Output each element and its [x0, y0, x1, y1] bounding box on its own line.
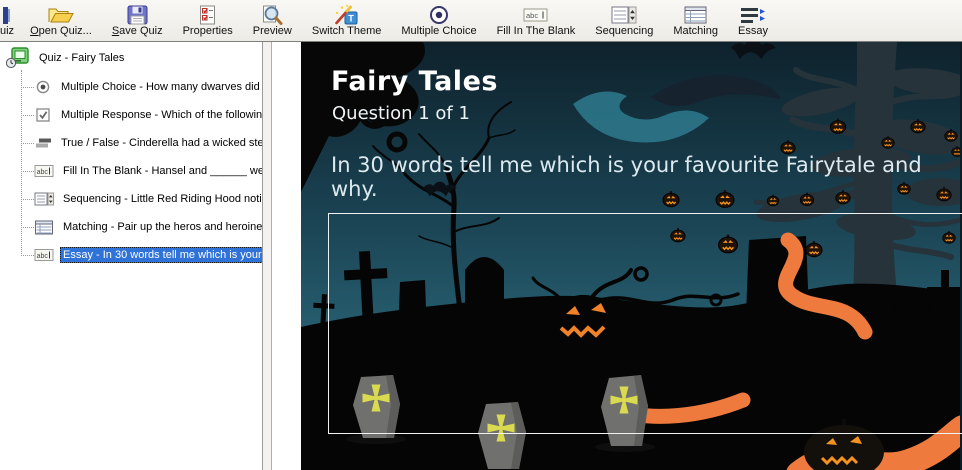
open-folder-icon — [47, 4, 74, 25]
toolbar-label: Switch Theme — [312, 25, 382, 38]
theme-wand-icon: T — [334, 4, 359, 25]
toolbar-label: Properties — [183, 25, 233, 38]
tree-connector — [21, 171, 34, 172]
svg-text:abc: abc — [37, 253, 49, 260]
toolbar-button-sequencing[interactable]: Sequencing — [585, 0, 663, 41]
sequencing-icon — [34, 192, 54, 206]
text-field-icon: abc — [34, 164, 54, 178]
tree-item-multiple-response[interactable]: Multiple Response - Which of the followi… — [34, 105, 263, 125]
toolbar-label: Preview — [253, 25, 292, 38]
true-false-icon — [34, 136, 52, 150]
tree-root-label: Quiz - Fairy Tales — [36, 50, 127, 66]
checkbox-icon — [34, 108, 52, 122]
tree-item-label: Sequencing - Little Red Riding Hood noti… — [60, 191, 263, 207]
panel-splitter[interactable] — [263, 42, 272, 470]
toolbar-label: Save Quiz — [112, 25, 163, 38]
toolbar-label: Multiple Choice — [401, 25, 476, 38]
toolbar-label: Open Quiz... — [30, 25, 92, 38]
toolbar-label: Sequencing — [595, 25, 653, 38]
radio-icon — [34, 80, 52, 94]
tree-item-label: Multiple Choice - How many dwarves did S… — [58, 79, 263, 95]
tree-item-essay[interactable]: abc Essay - In 30 words tell me which is… — [34, 245, 263, 265]
toolbar-label: Fill In The Blank — [497, 25, 576, 38]
save-floppy-icon — [127, 4, 148, 25]
toolbar: uiz Open Quiz... — [0, 0, 962, 42]
tree-connector — [21, 143, 34, 144]
app-window: uiz Open Quiz... — [0, 0, 962, 470]
tree-item-fill-in-the-blank[interactable]: abc Fill In The Blank - Hansel and _____… — [34, 161, 263, 181]
tree-connector — [21, 255, 34, 256]
toolbar-label: Essay — [738, 25, 768, 38]
toolbar-button-save-quiz[interactable]: Save Quiz — [102, 0, 173, 41]
toolbar-button-matching[interactable]: Matching — [663, 0, 728, 41]
main-area: Quiz - Fairy Tales Multiple Choice - How… — [0, 42, 962, 470]
toolbar-label: Matching — [673, 25, 718, 38]
tree-item-matching[interactable]: Matching - Pair up the heros and heroine… — [34, 217, 263, 237]
tree-item-label: Multiple Response - Which of the followi… — [58, 107, 263, 123]
preview-magnifier-icon — [261, 4, 283, 25]
toolbar-button-fill-in-the-blank[interactable]: abc Fill In The Blank — [487, 0, 586, 41]
radio-icon — [429, 4, 449, 25]
tree-item-true-false[interactable]: True / False - Cinderella had a wicked s… — [34, 133, 263, 153]
properties-checklist-icon — [199, 4, 216, 25]
tree-connector — [21, 115, 34, 116]
tree-connector — [21, 227, 34, 228]
question-text: In 30 words tell me which is your favour… — [331, 153, 962, 201]
tree-connector — [21, 199, 34, 200]
toolbar-button-multiple-choice[interactable]: Multiple Choice — [391, 0, 486, 41]
sequencing-icon — [611, 4, 637, 25]
toolbar-button-open-quiz[interactable]: Open Quiz... — [20, 0, 102, 41]
svg-text:abc: abc — [37, 169, 49, 176]
panel-gutter — [272, 42, 301, 470]
tree-item-label: Essay - In 30 words tell me which is you… — [60, 247, 263, 263]
quiz-preview-pane: Fairy Tales Question 1 of 1 In 30 words … — [301, 42, 962, 470]
toolbar-button-new-quiz[interactable]: uiz — [0, 0, 20, 41]
tree-root-quiz[interactable]: Quiz - Fairy Tales — [6, 48, 127, 68]
tree-item-label: Matching - Pair up the heros and heroine… — [60, 219, 263, 235]
toolbar-button-essay[interactable]: Essay — [728, 0, 778, 41]
toolbar-button-preview[interactable]: Preview — [243, 0, 302, 41]
essay-icon — [740, 4, 766, 25]
quiz-icon — [6, 47, 30, 69]
new-quiz-icon — [3, 4, 11, 25]
essay-answer-area[interactable] — [328, 213, 962, 434]
toolbar-button-switch-theme[interactable]: T Switch Theme — [302, 0, 392, 41]
text-field-icon: abc — [34, 248, 54, 262]
svg-text:abc: abc — [526, 11, 538, 20]
toolbar-label: uiz — [0, 25, 14, 38]
matching-icon — [684, 4, 707, 25]
text-field-icon: abc — [523, 4, 548, 25]
tree-item-label: Fill In The Blank - Hansel and ______ we… — [60, 163, 263, 179]
tree-connector-line — [21, 70, 22, 256]
quiz-title: Fairy Tales — [331, 66, 498, 97]
tree-item-label: True / False - Cinderella had a wicked s… — [58, 135, 263, 151]
tree-connector — [21, 87, 34, 88]
svg-text:T: T — [348, 14, 354, 24]
question-tree-panel: Quiz - Fairy Tales Multiple Choice - How… — [0, 42, 263, 470]
tree-item-sequencing[interactable]: Sequencing - Little Red Riding Hood noti… — [34, 189, 263, 209]
matching-icon — [34, 220, 54, 235]
toolbar-button-properties[interactable]: Properties — [173, 0, 243, 41]
tree-item-multiple-choice[interactable]: Multiple Choice - How many dwarves did S… — [34, 77, 263, 97]
question-progress: Question 1 of 1 — [332, 103, 470, 124]
